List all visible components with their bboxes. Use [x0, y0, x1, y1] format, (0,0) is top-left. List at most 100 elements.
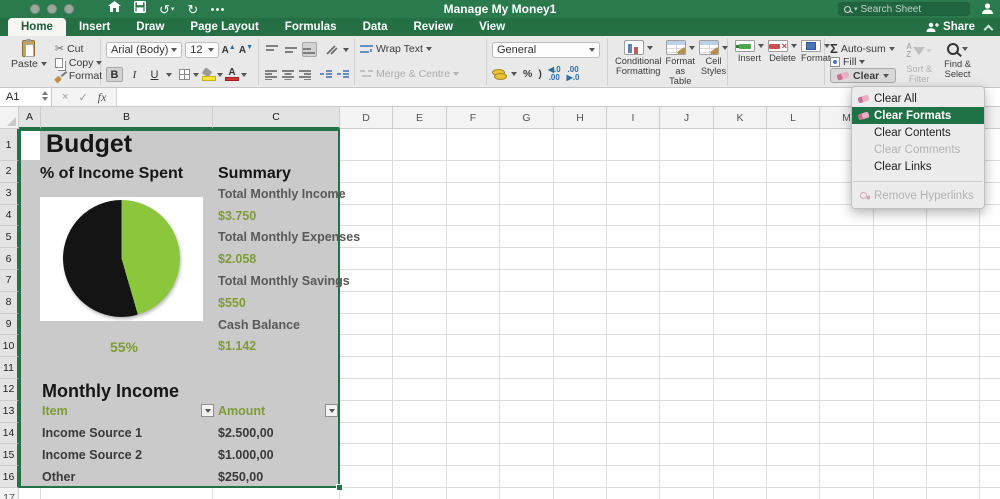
column-header[interactable]: I: [607, 107, 660, 129]
increase-decimal-icon[interactable]: ◀.0.00: [548, 66, 561, 82]
column-header[interactable]: F: [447, 107, 500, 129]
menu-item[interactable]: Clear Comments: [852, 141, 984, 158]
row-header[interactable]: 11: [0, 357, 19, 379]
row-header[interactable]: 13: [0, 401, 19, 423]
font-color-icon[interactable]: A: [226, 68, 238, 81]
find-select-button[interactable]: Find & Select: [942, 40, 973, 84]
copy-button[interactable]: Copy: [55, 57, 103, 69]
income-row[interactable]: Income Source 1 $2.500,00: [19, 423, 340, 445]
ribbon-tab[interactable]: Data: [350, 18, 401, 36]
column-header[interactable]: H: [554, 107, 607, 129]
row-header[interactable]: 3: [0, 183, 19, 205]
ribbon-tab[interactable]: Draw: [123, 18, 177, 36]
insert-cells-button[interactable]: Insert: [733, 40, 766, 84]
active-cell-a1[interactable]: [21, 131, 40, 160]
ribbon-tab[interactable]: Formulas: [272, 18, 350, 36]
align-bottom-button[interactable]: [302, 42, 318, 57]
insert-function-icon[interactable]: fx: [98, 90, 107, 105]
row-header[interactable]: 1: [0, 129, 19, 161]
row-header[interactable]: 2: [0, 161, 19, 183]
merge-centre-button[interactable]: Merge & Centre: [360, 68, 481, 80]
align-top-button[interactable]: [264, 42, 280, 57]
column-header[interactable]: E: [393, 107, 447, 129]
sort-filter-button[interactable]: AZ Sort & Filter: [904, 40, 934, 84]
column-header[interactable]: K: [714, 107, 767, 129]
accounting-format-icon[interactable]: [492, 69, 505, 79]
align-center-button[interactable]: [281, 67, 295, 82]
menu-item[interactable]: Clear Links: [852, 158, 984, 175]
redo-icon[interactable]: ↻: [187, 3, 198, 16]
menu-item[interactable]: Clear All: [852, 90, 984, 107]
column-header[interactable]: G: [500, 107, 554, 129]
income-row[interactable]: Income Source 2 $1.000,00: [19, 444, 340, 466]
row-header[interactable]: 5: [0, 226, 19, 248]
column-header[interactable]: J: [660, 107, 714, 129]
ribbon-tab[interactable]: Page Layout: [177, 18, 271, 36]
selection-fill-handle[interactable]: [336, 484, 343, 491]
row-header[interactable]: 14: [0, 423, 19, 445]
zoom-window-button[interactable]: [64, 4, 74, 14]
row-header[interactable]: 7: [0, 270, 19, 292]
row-header[interactable]: 4: [0, 205, 19, 227]
fill-color-icon[interactable]: [202, 69, 214, 81]
increase-font-size-button[interactable]: A▲: [222, 45, 236, 56]
format-as-table-button[interactable]: Format as Table: [664, 40, 697, 84]
menu-item[interactable]: Remove Hyperlinks: [852, 187, 984, 204]
delete-cells-button[interactable]: × Delete: [766, 40, 799, 84]
font-size-select[interactable]: 12: [185, 42, 218, 58]
share-button[interactable]: Share: [926, 21, 975, 33]
align-right-button[interactable]: [298, 67, 312, 82]
increase-indent-button[interactable]: [336, 67, 350, 82]
column-header[interactable]: L: [767, 107, 820, 129]
search-sheet-input[interactable]: ▾ Search Sheet: [838, 2, 970, 16]
name-box[interactable]: A1: [0, 88, 52, 106]
ribbon-tab[interactable]: View: [466, 18, 518, 36]
cut-button[interactable]: ✂Cut: [55, 42, 103, 55]
cell-styles-button[interactable]: Cell Styles: [697, 40, 730, 84]
row-header[interactable]: 12: [0, 379, 19, 401]
borders-icon[interactable]: [179, 69, 190, 80]
font-family-select[interactable]: Arial (Body): [106, 42, 182, 58]
menu-item[interactable]: Clear Contents: [852, 124, 984, 141]
home-icon[interactable]: [108, 0, 121, 18]
row-header[interactable]: 17: [0, 488, 19, 499]
menu-item[interactable]: Clear Formats: [852, 107, 984, 124]
row-header[interactable]: 10: [0, 335, 19, 357]
format-painter-button[interactable]: Format: [55, 70, 103, 82]
customize-toolbar-icon[interactable]: [216, 8, 219, 11]
conditional-formatting-button[interactable]: Conditional Formatting: [613, 40, 664, 84]
name-box-stepper[interactable]: [42, 91, 48, 101]
column-header[interactable]: C: [213, 107, 340, 129]
text-orientation-button[interactable]: [324, 42, 340, 57]
autosum-button[interactable]: ΣAuto-sum: [830, 41, 896, 56]
column-header[interactable]: B: [41, 107, 213, 129]
align-left-button[interactable]: [264, 67, 278, 82]
row-header[interactable]: 6: [0, 248, 19, 270]
item-filter-dropdown[interactable]: [201, 404, 214, 417]
decrease-decimal-icon[interactable]: .00▶.0: [567, 66, 580, 82]
collapse-ribbon-icon[interactable]: [984, 24, 994, 34]
select-all-corner[interactable]: [0, 107, 19, 129]
row-header[interactable]: 16: [0, 466, 19, 488]
income-row[interactable]: Other $250,00: [19, 466, 340, 488]
amount-filter-dropdown[interactable]: [325, 404, 338, 417]
row-header[interactable]: 8: [0, 292, 19, 314]
confirm-entry-icon[interactable]: ✓: [78, 91, 87, 104]
pie-chart-area[interactable]: [40, 197, 203, 321]
column-header[interactable]: A: [19, 107, 41, 129]
italic-button[interactable]: I: [126, 67, 143, 82]
row-header[interactable]: 9: [0, 314, 19, 336]
row-header[interactable]: 15: [0, 444, 19, 466]
ribbon-tab[interactable]: Insert: [66, 18, 123, 36]
clear-button[interactable]: Clear: [830, 68, 896, 83]
minimize-window-button[interactable]: [47, 4, 57, 14]
bold-button[interactable]: B: [106, 67, 123, 82]
close-window-button[interactable]: [30, 4, 40, 14]
align-middle-button[interactable]: [283, 42, 299, 57]
number-format-select[interactable]: General: [492, 42, 600, 58]
percent-style-button[interactable]: %: [523, 68, 532, 80]
column-header[interactable]: D: [340, 107, 393, 129]
ribbon-tab[interactable]: Review: [401, 18, 467, 36]
undo-button[interactable]: ↺ ▾: [159, 3, 174, 16]
wrap-text-button[interactable]: Wrap Text: [360, 43, 481, 55]
